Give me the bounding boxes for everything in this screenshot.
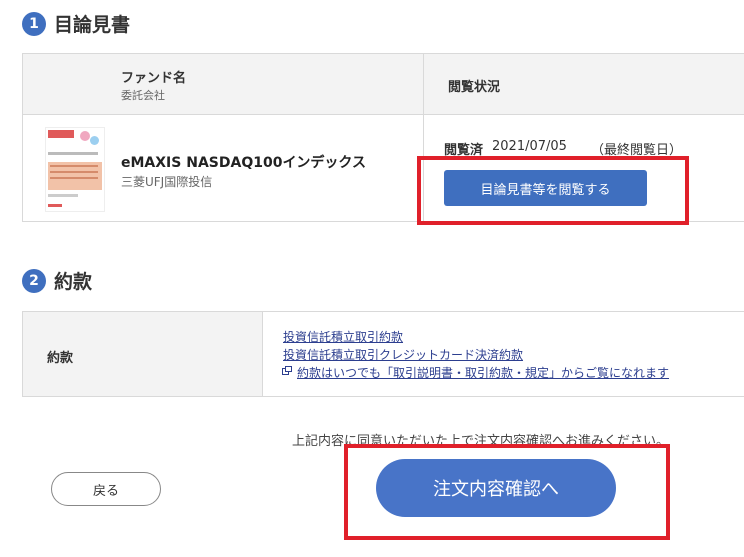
fund-name: eMAXIS NASDAQ100インデックス: [121, 155, 367, 171]
link-credit-card-terms[interactable]: 投資信託積立取引クレジットカード決済約款: [283, 346, 523, 363]
link-terms-documents[interactable]: 約款はいつでも「取引説明書・取引約款・規定」からご覧になれます: [297, 364, 669, 381]
external-window-icon: [282, 366, 292, 375]
header-fund-name: ファンド名: [121, 71, 187, 86]
header-fund-company: 委託会社: [121, 89, 165, 102]
section-heading-terms: 2 約款: [22, 267, 92, 294]
section-title: 目論見書: [54, 14, 131, 36]
terms-label: 約款: [47, 351, 74, 366]
terms-table: 約款 投資信託積立取引約款 投資信託積立取引クレジットカード決済約款 約款はいつ…: [22, 311, 744, 397]
status-date: 2021/07/05: [492, 139, 567, 154]
highlight-box-view-button: [417, 156, 689, 225]
step-number-badge: 2: [22, 268, 46, 293]
highlight-box-order-button: [344, 444, 670, 540]
back-button[interactable]: 戻る: [51, 472, 161, 506]
step-number-badge: 1: [22, 11, 46, 36]
section-title: 約款: [54, 271, 93, 293]
prospectus-thumbnail-image: [45, 127, 105, 212]
terms-label-cell: 約款: [23, 312, 263, 396]
fund-company: 三菱UFJ国際投信: [121, 175, 213, 189]
link-accumulation-terms[interactable]: 投資信託積立取引約款: [283, 328, 403, 345]
header-view-status: 閲覧状況: [448, 80, 501, 95]
section-heading-prospectus: 1 目論見書: [22, 10, 130, 37]
